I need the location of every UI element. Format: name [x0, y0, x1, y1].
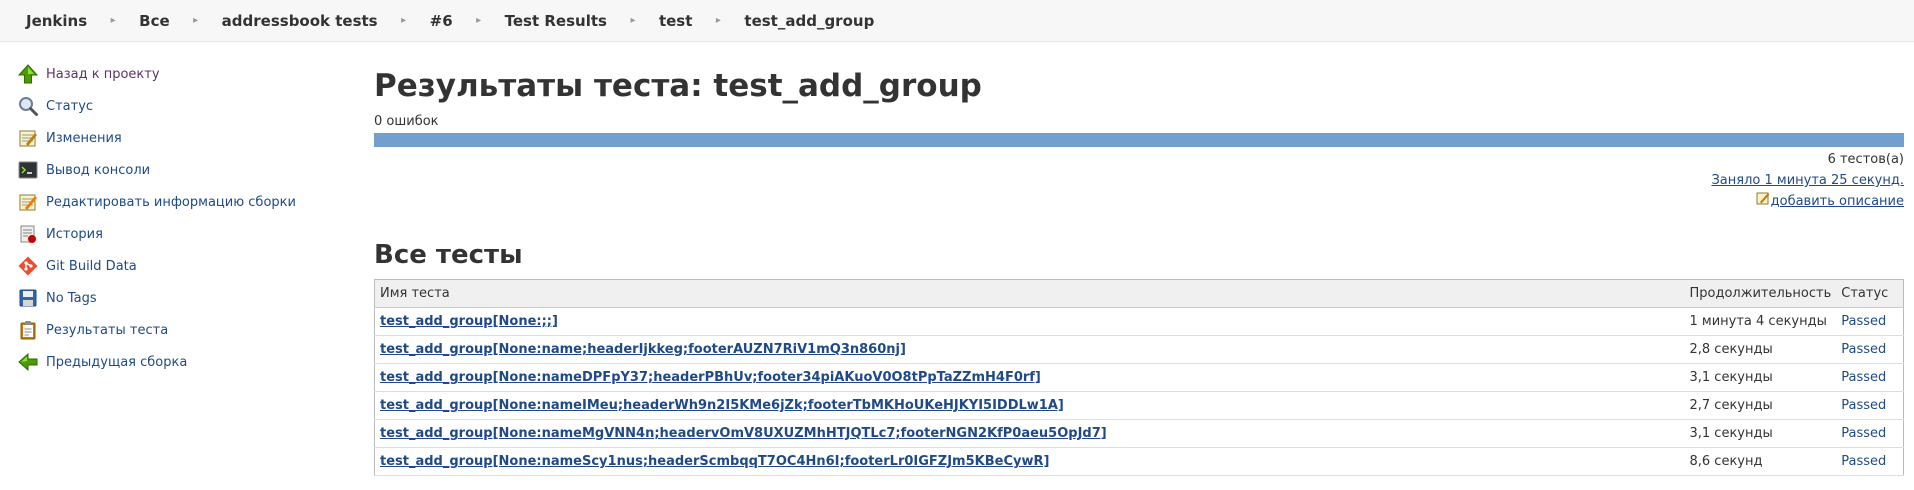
sidebar-item-label: Назад к проекту: [46, 66, 160, 82]
test-duration: 2,7 секунды: [1684, 391, 1837, 420]
breadcrumb-test-class[interactable]: test_add_group: [744, 12, 874, 30]
sidebar-item-test-results[interactable]: Результаты теста: [16, 314, 336, 346]
table-row: test_add_group[None:name;headerIjkkeg;fo…: [374, 335, 1904, 364]
test-duration: 1 минута 4 секунды: [1684, 307, 1837, 336]
edit-pencil-icon: [1756, 191, 1771, 212]
sidebar-item-changes[interactable]: Изменения: [16, 122, 336, 154]
column-header-status[interactable]: Статус: [1836, 279, 1904, 308]
sidebar-item-status[interactable]: Статус: [16, 90, 336, 122]
test-name-link[interactable]: test_add_group[None:nameMgVNN4n;headervO…: [380, 426, 1107, 441]
table-row: test_add_group[None:nameIMeu;headerWh9n2…: [374, 391, 1904, 420]
breadcrumb-build[interactable]: #6: [430, 12, 453, 30]
test-duration: 3,1 секунды: [1684, 419, 1837, 448]
test-name-link[interactable]: test_add_group[None:nameScy1nus;headerSc…: [380, 454, 1049, 469]
test-name-link[interactable]: test_add_group[None:nameDPFpY37;headerPB…: [380, 370, 1041, 385]
sidebar-item-console-output[interactable]: Вывод консоли: [16, 154, 336, 186]
duration-link[interactable]: Заняло 1 минута 25 секунд.: [1711, 173, 1904, 188]
sidebar-item-label: Результаты теста: [46, 322, 169, 338]
main-content: Результаты теста: test_add_group 0 ошибо…: [374, 58, 1904, 476]
breadcrumb-separator-icon: ▸: [193, 15, 199, 26]
sidebar: Назад к проекту Статус Изменения Вывод к…: [16, 58, 336, 378]
breadcrumb-separator-icon: ▸: [401, 15, 407, 26]
test-status-link[interactable]: Passed: [1841, 342, 1886, 357]
sidebar-item-label: Вывод консоли: [46, 162, 151, 178]
edit-notepad-icon: [16, 190, 40, 214]
breadcrumb: Jenkins ▸ Все ▸ addressbook tests ▸ #6 ▸…: [0, 0, 1914, 42]
table-header-row: Имя теста Продолжительность Статус: [374, 279, 1904, 308]
breadcrumb-all[interactable]: Все: [139, 12, 170, 30]
test-count: 6 тестов(а): [1827, 152, 1904, 167]
save-icon: [16, 286, 40, 310]
page-title: Результаты теста: test_add_group: [374, 68, 982, 104]
sidebar-item-git-build-data[interactable]: Git Build Data: [16, 250, 336, 282]
test-duration: 2,8 секунды: [1684, 335, 1837, 364]
test-progress-bar: [374, 133, 1904, 147]
column-header-name[interactable]: Имя теста: [374, 279, 1685, 308]
sidebar-item-label: История: [46, 226, 103, 242]
breadcrumb-separator-icon: ▸: [476, 15, 482, 26]
test-duration: 8,6 секунд: [1684, 447, 1837, 476]
test-name-link[interactable]: test_add_group[None:name;headerIjkkeg;fo…: [380, 342, 906, 357]
sidebar-item-label: Изменения: [46, 130, 122, 146]
test-summary: 6 тестов(а) Заняло 1 минута 25 секунд. д…: [374, 149, 1904, 212]
sidebar-item-no-tags[interactable]: No Tags: [16, 282, 336, 314]
sidebar-item-label: No Tags: [46, 290, 97, 306]
breadcrumb-test-results[interactable]: Test Results: [505, 12, 607, 30]
breadcrumb-separator-icon: ▸: [110, 15, 116, 26]
sidebar-item-back-to-project[interactable]: Назад к проекту: [16, 58, 336, 90]
sidebar-item-label: Редактировать информацию сборки: [46, 194, 296, 210]
table-row: test_add_group[None:nameScy1nus;headerSc…: [374, 447, 1904, 476]
magnifier-icon: [16, 94, 40, 118]
test-status-link[interactable]: Passed: [1841, 314, 1886, 329]
history-icon: [16, 222, 40, 246]
git-icon: [16, 254, 40, 278]
section-title: Все тесты: [374, 240, 523, 270]
test-name-link[interactable]: test_add_group[None:;;]: [380, 314, 558, 329]
clipboard-icon: [16, 318, 40, 342]
notepad-icon: [16, 126, 40, 150]
sidebar-item-previous-build[interactable]: Предыдущая сборка: [16, 346, 336, 378]
test-status-link[interactable]: Passed: [1841, 454, 1886, 469]
sidebar-item-edit-build-info[interactable]: Редактировать информацию сборки: [16, 186, 336, 218]
sidebar-item-label: Статус: [46, 98, 94, 114]
left-arrow-icon: [16, 350, 40, 374]
table-row: test_add_group[None:nameMgVNN4n;headervO…: [374, 419, 1904, 448]
failure-count: 0 ошибок: [374, 114, 439, 129]
breadcrumb-separator-icon: ▸: [630, 15, 636, 26]
test-duration: 3,1 секунды: [1684, 363, 1837, 392]
test-name-link[interactable]: test_add_group[None:nameIMeu;headerWh9n2…: [380, 398, 1064, 413]
tests-table: Имя теста Продолжительность Статус test_…: [374, 279, 1904, 476]
breadcrumb-project[interactable]: addressbook tests: [222, 12, 378, 30]
table-row: test_add_group[None:nameDPFpY37;headerPB…: [374, 363, 1904, 392]
table-row: test_add_group[None:;;] 1 минута 4 секун…: [374, 307, 1904, 336]
breadcrumb-jenkins[interactable]: Jenkins: [26, 12, 87, 30]
sidebar-item-label: Предыдущая сборка: [46, 354, 188, 370]
test-status-link[interactable]: Passed: [1841, 426, 1886, 441]
sidebar-item-label: Git Build Data: [46, 258, 137, 274]
breadcrumb-test-package[interactable]: test: [659, 12, 692, 30]
test-status-link[interactable]: Passed: [1841, 370, 1886, 385]
test-status-link[interactable]: Passed: [1841, 398, 1886, 413]
breadcrumb-separator-icon: ▸: [715, 15, 721, 26]
up-arrow-icon: [16, 62, 40, 86]
add-description-link[interactable]: добавить описание: [1771, 191, 1904, 212]
column-header-duration[interactable]: Продолжительность: [1684, 279, 1837, 308]
sidebar-item-history[interactable]: История: [16, 218, 336, 250]
add-description: добавить описание: [1756, 191, 1904, 212]
terminal-icon: [16, 158, 40, 182]
